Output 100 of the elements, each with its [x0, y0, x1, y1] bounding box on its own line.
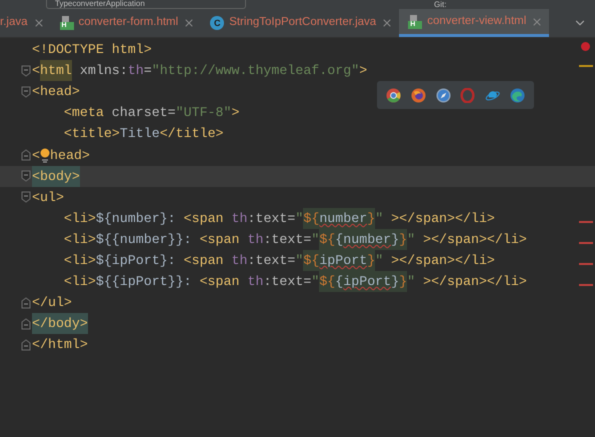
code-token: ></span></li>: [390, 210, 495, 228]
code-token: }: [391, 228, 400, 250]
code-token: ${ipPort}:: [96, 252, 177, 270]
lightbulb-icon[interactable]: [40, 146, 50, 164]
code-token: ></span></li>: [390, 252, 495, 270]
code-token: :text=: [247, 252, 296, 270]
code-token: "UTF-8": [176, 104, 232, 122]
editor-tab[interactable]: C StringToIpPortConverter.java: [201, 9, 400, 37]
code-token: ": [295, 210, 304, 228]
code-token: <span: [200, 230, 240, 249]
code-token: }: [367, 208, 376, 229]
class-icon: C: [210, 16, 224, 30]
fold-marker-icon[interactable]: [21, 170, 31, 182]
code-token: th: [232, 210, 248, 228]
code-token: ${: [303, 208, 320, 229]
code-token: <meta: [62, 104, 105, 122]
fold-marker-icon[interactable]: [21, 64, 31, 77]
code-token: Title: [120, 125, 160, 144]
code-token: <body>: [32, 166, 80, 187]
code-token: </html>: [32, 336, 88, 354]
code-token: xmlns:: [78, 62, 128, 80]
fox-globe-icon[interactable]: [410, 88, 426, 102]
error-stripe[interactable]: [579, 284, 593, 286]
code-token: >: [232, 104, 240, 122]
code-token: }: [367, 250, 376, 271]
close-icon[interactable]: [32, 17, 44, 29]
code-token: "http://www.thymeleaf.org": [152, 62, 360, 80]
code-token: </title>: [160, 125, 224, 144]
editor-tab[interactable]: r.java: [0, 9, 50, 37]
code-token: {: [335, 228, 344, 250]
code-token: ": [311, 273, 320, 292]
code-token: ${{number}}:: [96, 230, 193, 249]
code-token: ${: [303, 250, 320, 271]
code-token: =: [144, 62, 152, 80]
fold-end-icon[interactable]: [21, 296, 31, 309]
code-token: ": [407, 230, 416, 249]
tab-label: StringToIpPortConverter.java: [229, 15, 376, 30]
code-token: >: [359, 62, 368, 80]
code-token: ": [295, 252, 304, 270]
code-token: charset=: [112, 104, 176, 122]
code-token: :text=: [263, 230, 312, 249]
fold-end-icon[interactable]: [21, 318, 31, 330]
code-token: ": [375, 210, 384, 228]
code-token: <li>: [62, 273, 96, 292]
error-stripe[interactable]: [579, 242, 593, 244]
code-token: html: [40, 60, 72, 82]
code-token: <li>: [62, 230, 96, 249]
warning-stripe[interactable]: [579, 65, 593, 68]
error-stripe[interactable]: [579, 262, 593, 265]
code-token: th: [128, 62, 144, 80]
code-token: ${{ipPort}}:: [96, 273, 193, 292]
code-token: ": [375, 252, 384, 270]
code-token: {: [335, 271, 344, 292]
tricolor-circle-icon[interactable]: [386, 88, 401, 102]
compass-icon[interactable]: [436, 88, 451, 102]
code-token: <head>: [32, 83, 80, 102]
code-token: <!DOCTYPE html>: [32, 41, 152, 60]
code-token: ": [407, 273, 416, 292]
code-token: th: [247, 273, 264, 292]
code-token: <title>: [62, 125, 120, 144]
code-token: <li>: [62, 252, 96, 270]
fold-end-icon[interactable]: [21, 338, 31, 351]
fold-marker-icon[interactable]: [21, 191, 31, 204]
code-token: ></span></li>: [422, 273, 527, 292]
code-token: <: [32, 146, 40, 165]
code-token: ${number}:: [96, 210, 177, 228]
code-token: <span: [184, 210, 225, 228]
code-token: th: [232, 252, 248, 270]
code-token: <span: [200, 273, 240, 292]
code-token: ipPort: [319, 250, 368, 271]
close-icon[interactable]: [531, 16, 544, 28]
code-token: ipPort: [343, 271, 392, 292]
code-token: head>: [50, 146, 90, 165]
code-token: ></span></li>: [422, 230, 527, 249]
code-token: </body>: [32, 313, 88, 334]
code-token: <span: [184, 252, 225, 270]
error-indicator-icon[interactable]: [581, 42, 590, 51]
code-token: th: [247, 230, 264, 249]
tab-label: r.java: [0, 15, 28, 30]
code-token: </ul>: [32, 294, 72, 312]
fold-marker-icon[interactable]: [21, 86, 31, 98]
vcs-label: Git:: [434, 0, 446, 9]
code-token: }: [399, 271, 408, 292]
code-token: number: [319, 208, 368, 229]
code-token: ${: [319, 228, 336, 250]
swirl-icon[interactable]: [510, 88, 526, 102]
error-stripe[interactable]: [579, 220, 593, 223]
close-icon[interactable]: [183, 17, 196, 29]
code-token: <li>: [62, 210, 96, 228]
close-icon[interactable]: [381, 17, 394, 29]
code-token: ${: [319, 271, 336, 292]
code-token: <ul>: [32, 188, 64, 207]
code-token: :text=: [263, 273, 312, 292]
tab-label: converter-form.html: [78, 15, 178, 30]
code-token: }: [399, 228, 408, 250]
code-token: :text=: [247, 210, 296, 228]
tab-label: converter-view.html: [427, 14, 526, 29]
code-token: }: [391, 271, 400, 292]
fold-end-icon[interactable]: [21, 149, 31, 162]
code-token: ": [311, 230, 320, 249]
